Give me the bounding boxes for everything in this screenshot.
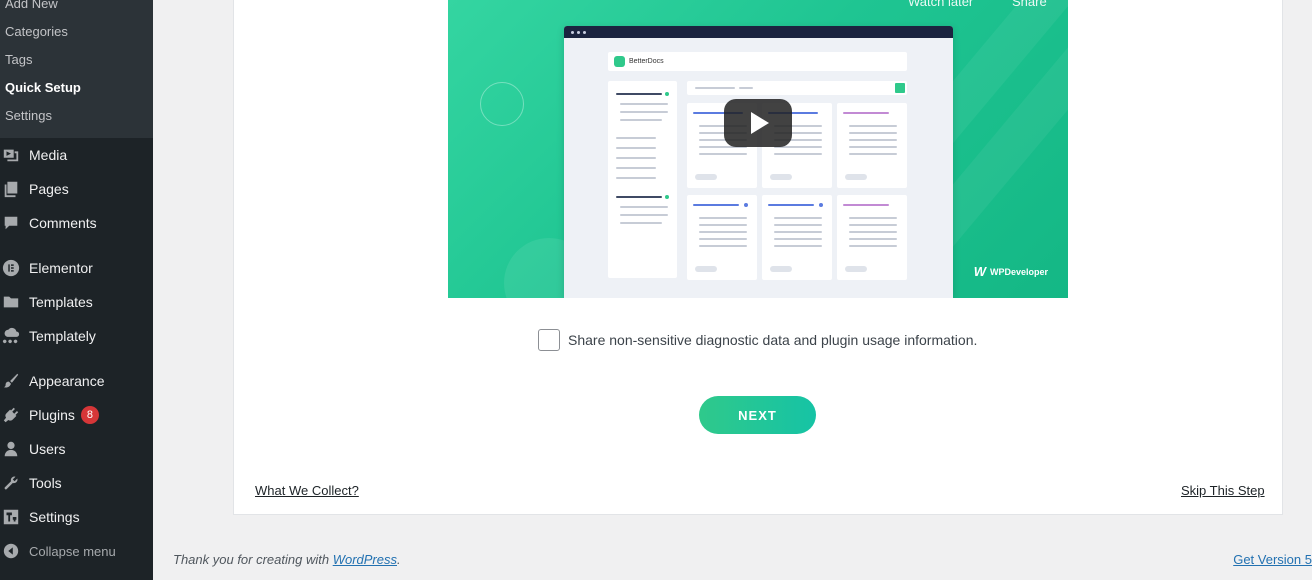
share-button[interactable]: Share [1012, 0, 1047, 9]
betterdocs-sidebar [608, 81, 677, 278]
submenu-item-add-new[interactable]: Add New [5, 0, 58, 14]
collapse-menu-button[interactable]: Collapse menu [0, 534, 153, 568]
next-button[interactable]: NEXT [699, 396, 816, 434]
sidebar-item-pages[interactable]: Pages [0, 172, 153, 206]
submenu: Add New Categories Tags Quick Setup Sett… [0, 0, 153, 138]
sidebar-item-templately[interactable]: Templately [0, 319, 153, 353]
sidebar-item-label: Comments [29, 215, 97, 231]
wpdeveloper-mark: W [973, 264, 986, 279]
doc-card [837, 103, 907, 188]
get-version-link[interactable]: Get Version 5 [1233, 552, 1312, 567]
watch-later-button[interactable]: Watch later [908, 0, 973, 9]
footer-thanks-prefix: Thank you for creating with [173, 552, 333, 567]
doc-card [762, 195, 832, 280]
betterdocs-search [687, 81, 907, 95]
sidebar-item-media[interactable]: Media [0, 138, 153, 172]
folder-icon [2, 293, 20, 311]
sidebar-item-label: Templates [29, 294, 93, 310]
play-button[interactable] [724, 99, 792, 147]
sidebar-item-tools[interactable]: Tools [0, 466, 153, 500]
skip-step-link[interactable]: Skip This Step [1181, 483, 1265, 498]
what-we-collect-link[interactable]: What We Collect? [255, 483, 359, 498]
paintbrush-icon [2, 372, 20, 390]
sidebar-item-label: Plugins [29, 407, 75, 423]
doc-card [837, 195, 907, 280]
browser-bar [564, 26, 953, 38]
templately-icon [2, 327, 20, 345]
intro-video[interactable]: Watch later Share BetterDocs W WPDevelop… [448, 0, 1068, 298]
search-icon [895, 83, 905, 93]
collapse-menu-label: Collapse menu [29, 543, 116, 559]
betterdocs-header: BetterDocs [608, 52, 907, 71]
doc-card [687, 195, 757, 280]
plugins-update-badge: 8 [80, 406, 99, 424]
elementor-icon [2, 259, 20, 277]
sidebar-item-label: Tools [29, 475, 62, 491]
sidebar-item-label: Elementor [29, 260, 93, 276]
footer-thanks-suffix: . [397, 552, 401, 567]
submenu-item-categories[interactable]: Categories [5, 22, 68, 42]
wordpress-link[interactable]: WordPress [333, 552, 397, 567]
comments-icon [2, 214, 20, 232]
media-icon [2, 146, 20, 164]
plugin-icon [2, 406, 20, 424]
diagnostic-consent[interactable]: Share non-sensitive diagnostic data and … [538, 329, 977, 351]
video-thumbnail-browser: BetterDocs [564, 26, 953, 298]
collapse-icon [2, 542, 20, 560]
sidebar-item-users[interactable]: Users [0, 432, 153, 466]
betterdocs-logo-icon [614, 56, 625, 67]
sidebar-item-elementor[interactable]: Elementor [0, 251, 153, 285]
sidebar-item-label: Media [29, 147, 68, 163]
consent-label: Share non-sensitive diagnostic data and … [568, 332, 978, 348]
submenu-item-tags[interactable]: Tags [5, 50, 32, 70]
sidebar-item-label: Settings [29, 509, 80, 525]
sidebar-item-appearance[interactable]: Appearance [0, 364, 153, 398]
settings-icon [2, 508, 20, 526]
footer-thanks: Thank you for creating with WordPress. [173, 552, 401, 567]
wpdeveloper-name: WPDeveloper [989, 266, 1048, 277]
video-decoration [480, 82, 524, 126]
play-icon [751, 112, 769, 134]
wrench-icon [2, 474, 20, 492]
submenu-item-quick-setup[interactable]: Quick Setup [5, 78, 81, 98]
sidebar-item-templates[interactable]: Templates [0, 285, 153, 319]
sidebar-item-comments[interactable]: Comments [0, 206, 153, 240]
submenu-item-settings[interactable]: Settings [5, 106, 52, 126]
user-icon [2, 440, 20, 458]
sidebar-item-label: Users [29, 441, 66, 457]
consent-checkbox[interactable] [538, 329, 560, 351]
sidebar-item-label: Pages [29, 181, 69, 197]
betterdocs-name: BetterDocs [629, 58, 664, 65]
sidebar-item-settings[interactable]: Settings [0, 500, 153, 534]
sidebar-item-label: Templately [29, 328, 96, 344]
wpdeveloper-logo: W WPDeveloper [974, 264, 1048, 279]
sidebar-item-plugins[interactable]: Plugins 8 [0, 398, 153, 432]
pages-icon [2, 180, 20, 198]
sidebar-item-label: Appearance [29, 373, 105, 389]
admin-sidebar: Add New Categories Tags Quick Setup Sett… [0, 0, 153, 580]
